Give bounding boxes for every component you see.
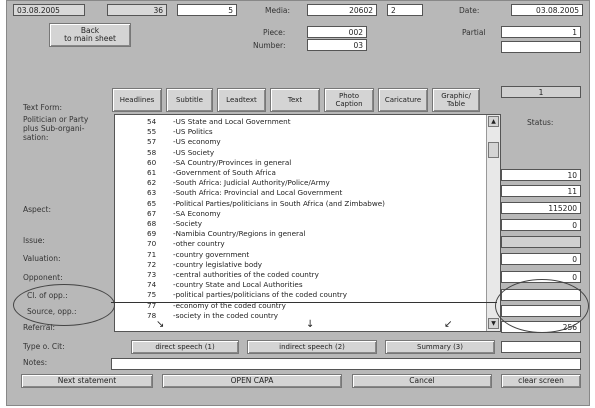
notes-label: Notes: <box>23 358 48 367</box>
caricature-button[interactable]: Caricature <box>378 88 428 112</box>
list-item-description: -central authorities of the coded countr… <box>173 270 319 279</box>
list-item-description: -Government of South Africa <box>173 168 276 177</box>
clear-screen-button[interactable]: clear screen <box>501 374 581 388</box>
issue-label: Issue: <box>23 236 45 245</box>
list-item-code: 61 <box>147 168 157 177</box>
counter-field[interactable]: 36 <box>107 4 167 16</box>
partial-field-2[interactable] <box>501 41 581 53</box>
right-highlight-ellipse <box>495 279 589 333</box>
status-label: Status: <box>527 118 554 127</box>
politician-label: Politician or Party plus Sub-organi-sati… <box>23 115 89 142</box>
left-highlight-ellipse <box>13 284 115 326</box>
number-input[interactable]: 03 <box>307 39 367 51</box>
list-item-description: -South Africa: Judicial Authority/Police… <box>173 178 330 188</box>
aspect-value[interactable]: 115200 <box>501 202 581 214</box>
partial-label: Partial <box>462 28 486 37</box>
indirect-speech-button[interactable]: indirect speech (2) <box>247 340 377 354</box>
list-item-code: 57 <box>147 137 157 147</box>
list-item-code: 75 <box>147 290 157 300</box>
media-field[interactable]: 20602 <box>307 4 377 16</box>
text-form-value[interactable]: 1 <box>501 86 581 98</box>
arrow-icon-2: ↓ <box>306 319 315 330</box>
cancel-button[interactable]: Cancel <box>352 374 492 388</box>
list-item-description: -South Africa: Provincial and Local Gove… <box>173 188 343 198</box>
list-item-code: 63 <box>147 188 157 198</box>
list-item-code: 74 <box>147 280 157 290</box>
list-item-code: 60 <box>147 157 157 167</box>
list-item-description: -US Society <box>173 147 215 157</box>
summary-button[interactable]: Summary (3) <box>385 340 495 354</box>
piece-field[interactable]: 002 <box>307 26 367 38</box>
list-item-description: -other country <box>173 239 225 249</box>
category-list[interactable]: 78 -society in the coded country 77 -econom… <box>114 114 501 332</box>
aspect-label: Aspect: <box>23 205 52 214</box>
list-item-code: 69 <box>147 229 157 239</box>
scroll-thumb[interactable] <box>488 142 499 158</box>
arrow-icon-1: ↘ <box>156 319 165 330</box>
media-sub-field[interactable]: 2 <box>387 4 423 16</box>
list-item-code: 72 <box>147 259 157 269</box>
list-item-code: 71 <box>147 249 157 259</box>
list-item-code: 54 <box>147 117 157 126</box>
list-item-description: -Namibia Country/Regions in general <box>173 229 306 239</box>
list-item-description: -political parties/politicians of the co… <box>173 290 347 300</box>
list-item-code: 70 <box>147 239 157 249</box>
list-item-code: 62 <box>147 178 157 188</box>
opponent-label: Opponent: <box>23 273 63 282</box>
number-field[interactable]: 5 <box>177 4 237 16</box>
valuation-label: Valuation: <box>23 254 61 263</box>
valuation-value[interactable]: 0 <box>501 253 581 265</box>
scroll-up-icon[interactable]: ▲ <box>488 116 499 127</box>
list-item-description: -US State and Local Government <box>173 117 291 126</box>
leadtext-button[interactable]: Leadtext <box>217 88 266 112</box>
headlines-button[interactable]: Headlines <box>112 88 162 112</box>
back-to-main-sheet-button[interactable]: Back to main sheet <box>49 23 131 47</box>
type-of-citation-label: Type o. Cit: <box>23 342 65 351</box>
date-field-2[interactable]: 03.08.2005 <box>511 4 583 16</box>
direct-speech-button[interactable]: direct speech (1) <box>131 340 239 354</box>
connector-line <box>111 302 497 303</box>
date-label: Date: <box>459 6 480 15</box>
list-item-description: -country State and Local Authorities <box>173 280 303 290</box>
list-item-code: 67 <box>147 208 157 218</box>
list-item-description: -country legislative body <box>173 259 263 269</box>
list-item-description: -society in the coded country <box>173 310 279 320</box>
notes-field[interactable] <box>111 358 581 370</box>
graphic-table-button[interactable]: Graphic/ Table <box>432 88 480 112</box>
list-item-code: 65 <box>147 198 157 208</box>
status-value-1[interactable]: 10 <box>501 169 581 181</box>
photo-caption-button[interactable]: Photo Caption <box>324 88 374 112</box>
scroll-down-icon[interactable]: ▼ <box>488 318 499 329</box>
aspect-value-2[interactable]: 0 <box>501 219 581 231</box>
list-item-code: 58 <box>147 147 157 157</box>
type-of-citation-value[interactable] <box>501 341 581 353</box>
list-item-description: -country government <box>173 249 250 259</box>
subtitle-button[interactable]: Subtitle <box>166 88 213 112</box>
status-value-2[interactable]: 11 <box>501 185 581 197</box>
open-capa-button[interactable]: OPEN CAPA <box>162 374 342 388</box>
list-item-description: -Society <box>173 219 202 228</box>
next-statement-button[interactable]: Next statement <box>21 374 153 388</box>
piece-label: Piece: <box>263 28 286 37</box>
list-item-code: 55 <box>147 127 157 137</box>
media-label: Media: <box>265 6 291 15</box>
date-field-1[interactable]: 03.08.2005 <box>13 4 85 16</box>
issue-value[interactable] <box>501 236 581 248</box>
arrow-icon-3: ↙ <box>444 319 453 330</box>
number-label: Number: <box>253 41 286 50</box>
list-item-description: -US economy <box>173 137 221 147</box>
list-item-description: -US Politics <box>173 127 213 137</box>
list-item-description: -SA Economy <box>173 208 221 218</box>
partial-field[interactable]: 1 <box>501 26 581 38</box>
form-window: 03.08.2005 36 5 Media: 20602 2 Date: 03.… <box>6 0 590 406</box>
text-button[interactable]: Text <box>270 88 320 112</box>
list-item-description: -Political Parties/politicians in South … <box>173 198 385 208</box>
list-item-description: -SA Country/Provinces in general <box>173 157 292 167</box>
list-item-code: 68 <box>147 219 157 228</box>
text-form-label: Text Form: <box>23 103 62 112</box>
list-item-code: 73 <box>147 270 157 279</box>
